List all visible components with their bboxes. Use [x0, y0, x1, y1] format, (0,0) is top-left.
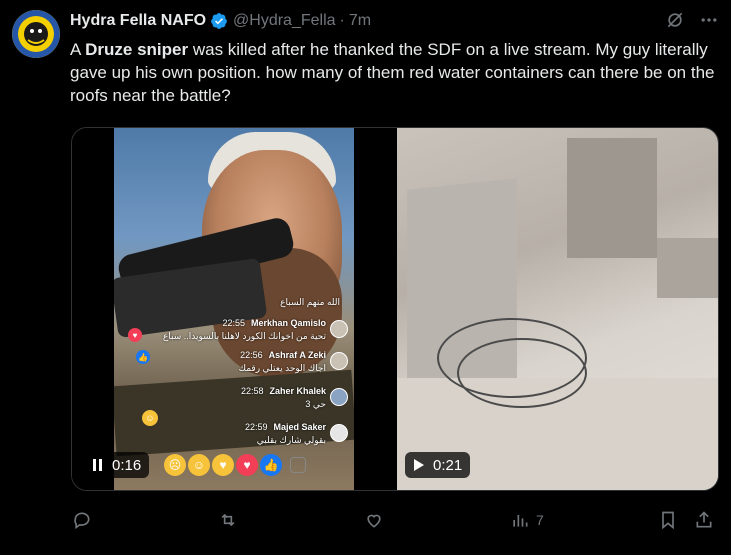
reply-button[interactable]	[72, 506, 92, 534]
reply-icon	[74, 512, 90, 530]
tweet-text: A Druze sniper was killed after he thank…	[70, 38, 720, 107]
comment-author: Zaher Khalek	[269, 386, 326, 396]
commenter-avatar	[330, 320, 348, 338]
comment-item: 22:55 Merkhan Qamislo تحية من اخوانك الكو…	[163, 318, 326, 342]
reaction-like-icon[interactable]: 👍	[260, 454, 282, 476]
share-button[interactable]	[694, 506, 714, 534]
right-video-timer[interactable]: 0:21	[405, 452, 471, 478]
commenter-avatar	[330, 424, 348, 442]
separator-dot: ·	[339, 12, 345, 29]
right-video-duration: 0:21	[433, 456, 463, 474]
media-container: الله منهم السباع 22:55 Merkhan Qamislo تح…	[71, 127, 719, 491]
comment-text: اجاك الوحد يعتلي رقمك	[238, 363, 326, 373]
concrete-block	[567, 138, 657, 258]
retweet-icon	[221, 513, 235, 527]
comment-author: Majed Saker	[273, 422, 326, 432]
retweet-button[interactable]	[218, 506, 238, 534]
more-icon[interactable]	[699, 10, 719, 30]
comment-item: 22:58 Zaher Khalek حي 3	[241, 386, 326, 410]
tweet-text-bold: Druze sniper	[85, 40, 189, 59]
wire-cable	[457, 338, 587, 408]
like-button[interactable]	[364, 506, 384, 534]
comment-author: Merkhan Qamislo	[250, 318, 326, 328]
comment-icon[interactable]	[290, 457, 306, 473]
reaction-care-icon[interactable]: ♥	[212, 454, 234, 476]
verified-icon	[211, 13, 227, 29]
comment-item: الله منهم السباع	[280, 294, 340, 308]
rooftop-edge	[657, 238, 718, 298]
comment-text: تحية من اخوانك الكورد لاهلنا بالسويدا.. …	[162, 331, 326, 341]
views-button[interactable]: 7	[510, 506, 544, 534]
pause-icon[interactable]	[92, 458, 104, 472]
author-name[interactable]: Hydra Fella NAFO	[70, 12, 206, 30]
comment-text: بقولي شارك بقلبي	[256, 435, 326, 445]
reactions-bar: ☹ ☺ ♥ ♥ 👍	[164, 454, 306, 476]
author-handle[interactable]: @Hydra_Fella	[233, 12, 336, 30]
reaction-love-icon[interactable]: ♥	[236, 454, 258, 476]
tweet-actions: 7	[70, 506, 720, 534]
play-icon[interactable]	[413, 458, 425, 472]
reaction-haha-icon[interactable]: ☺	[188, 454, 210, 476]
bookmark-button[interactable]	[658, 506, 678, 534]
timestamp[interactable]: 7m	[349, 12, 371, 30]
tweet-text-prefix: A	[70, 40, 86, 59]
comment-time: 22:55	[222, 318, 245, 328]
bookmark-icon	[662, 511, 674, 530]
comment-author: Ashraf A Zeki	[268, 350, 326, 360]
like-icon	[367, 514, 381, 528]
comment-time: 22:56	[240, 350, 263, 360]
comment-text: الله منهم السباع	[280, 297, 340, 307]
comment-item: 22:59 Majed Saker بقولي شارك بقلبي	[245, 422, 326, 446]
right-video[interactable]: 0:21	[397, 128, 718, 490]
grok-icon[interactable]	[665, 10, 685, 30]
reaction-wow-icon[interactable]: ☹	[164, 454, 186, 476]
left-video-duration: 0:16	[112, 456, 142, 474]
top-actions	[665, 10, 719, 30]
commenter-avatar	[330, 352, 348, 370]
views-count: 7	[536, 512, 544, 528]
reaction-wow-icon: ☺	[142, 410, 158, 426]
comment-time: 22:59	[244, 422, 268, 432]
avatar[interactable]	[12, 10, 60, 58]
left-video-timer[interactable]: 0:16	[84, 452, 150, 478]
share-icon	[696, 511, 712, 528]
left-video[interactable]: الله منهم السباع 22:55 Merkhan Qamislo تح…	[72, 128, 396, 490]
commenter-avatar	[330, 388, 348, 406]
reaction-like-icon: 👍	[136, 350, 150, 364]
comment-text: حي 3	[305, 399, 326, 409]
comment-time: 22:58	[240, 386, 264, 396]
nafo-logo-icon	[12, 10, 60, 58]
reaction-heart-icon: ♥	[128, 328, 142, 342]
comment-item: 22:56 Ashraf A Zeki اجاك الوحد يعتلي رقمك	[239, 350, 326, 374]
views-icon	[513, 515, 528, 527]
tweet-header: Hydra Fella NAFO @Hydra_Fella · 7m	[70, 10, 371, 32]
